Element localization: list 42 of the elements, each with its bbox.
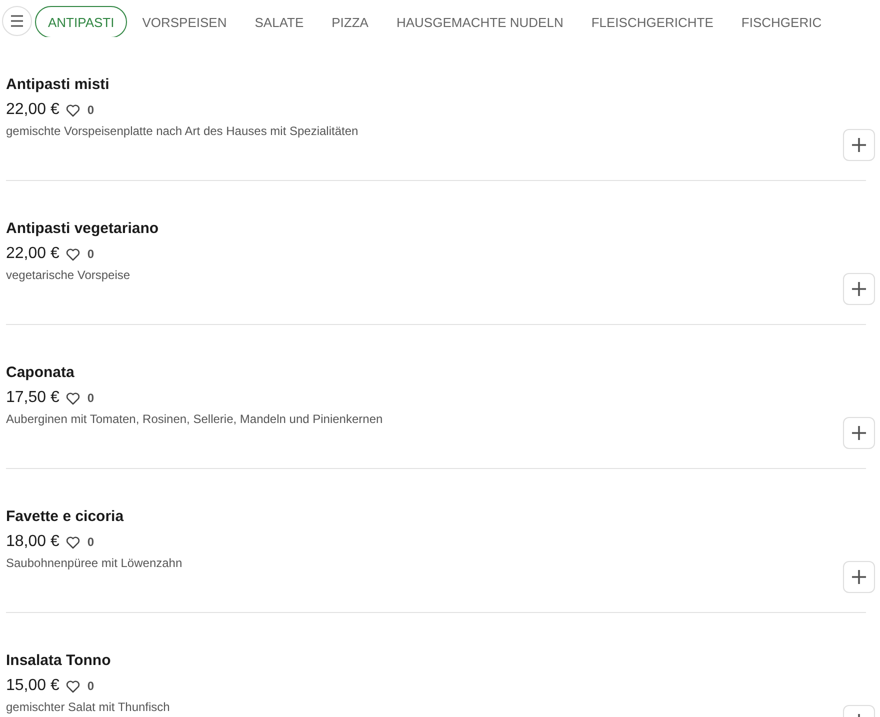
category-tab[interactable]: HAUSGEMACHTE NUDELN bbox=[383, 6, 576, 37]
dish-description: Auberginen mit Tomaten, Rosinen, Sellerie, Mandeln und Pinienkernen bbox=[6, 412, 384, 427]
dish-description: vegetarische Vorspeise bbox=[6, 268, 132, 283]
dish-price: 22,00 € bbox=[6, 101, 60, 119]
like-count: 0 bbox=[87, 103, 94, 117]
plus-icon bbox=[852, 138, 866, 152]
dish-price: 18,00 € bbox=[6, 533, 60, 551]
dish-price: 17,50 € bbox=[6, 389, 60, 407]
category-tab[interactable]: FISCHGERIC bbox=[728, 6, 835, 37]
add-button[interactable] bbox=[843, 561, 875, 593]
like-count: 0 bbox=[87, 247, 94, 261]
category-tab[interactable]: VORSPEISEN bbox=[129, 6, 240, 37]
dish-price: 15,00 € bbox=[6, 677, 60, 695]
add-button[interactable] bbox=[843, 129, 875, 161]
plus-icon bbox=[852, 570, 866, 584]
heart-icon[interactable] bbox=[66, 536, 80, 548]
dish-name: Antipasti misti bbox=[6, 75, 110, 95]
heart-icon[interactable] bbox=[66, 392, 80, 404]
dish-name: Favette e cicoria bbox=[6, 507, 125, 527]
add-button[interactable] bbox=[843, 417, 875, 449]
category-tab[interactable]: ANTIPASTI bbox=[35, 6, 128, 37]
dish-description: gemischter Salat mit Thunfisch bbox=[6, 700, 171, 715]
like-count: 0 bbox=[87, 679, 94, 693]
menu-icon bbox=[10, 15, 24, 27]
like-count: 0 bbox=[87, 535, 94, 549]
category-tab[interactable]: PIZZA bbox=[318, 6, 382, 37]
dish-name: Insalata Tonno bbox=[6, 651, 112, 671]
add-button[interactable] bbox=[843, 273, 875, 305]
plus-icon bbox=[852, 282, 866, 296]
menu-button[interactable] bbox=[2, 6, 32, 36]
dish-price: 22,00 € bbox=[6, 245, 60, 263]
heart-icon[interactable] bbox=[66, 104, 80, 116]
dish-name: Antipasti vegetariano bbox=[6, 219, 160, 239]
dish-description: gemischte Vorspeisenplatte nach Art des Hauses mit Spezialitäten bbox=[6, 124, 360, 139]
dish-name: Caponata bbox=[6, 363, 76, 383]
category-tab[interactable]: SALATE bbox=[242, 6, 317, 37]
like-count: 0 bbox=[87, 391, 94, 405]
heart-icon[interactable] bbox=[66, 248, 80, 260]
dish-description: Saubohnenpüree mit Löwenzahn bbox=[6, 556, 184, 571]
plus-icon bbox=[852, 426, 866, 440]
category-tab[interactable]: FLEISCHGERICHTE bbox=[578, 6, 726, 37]
heart-icon[interactable] bbox=[66, 680, 80, 692]
